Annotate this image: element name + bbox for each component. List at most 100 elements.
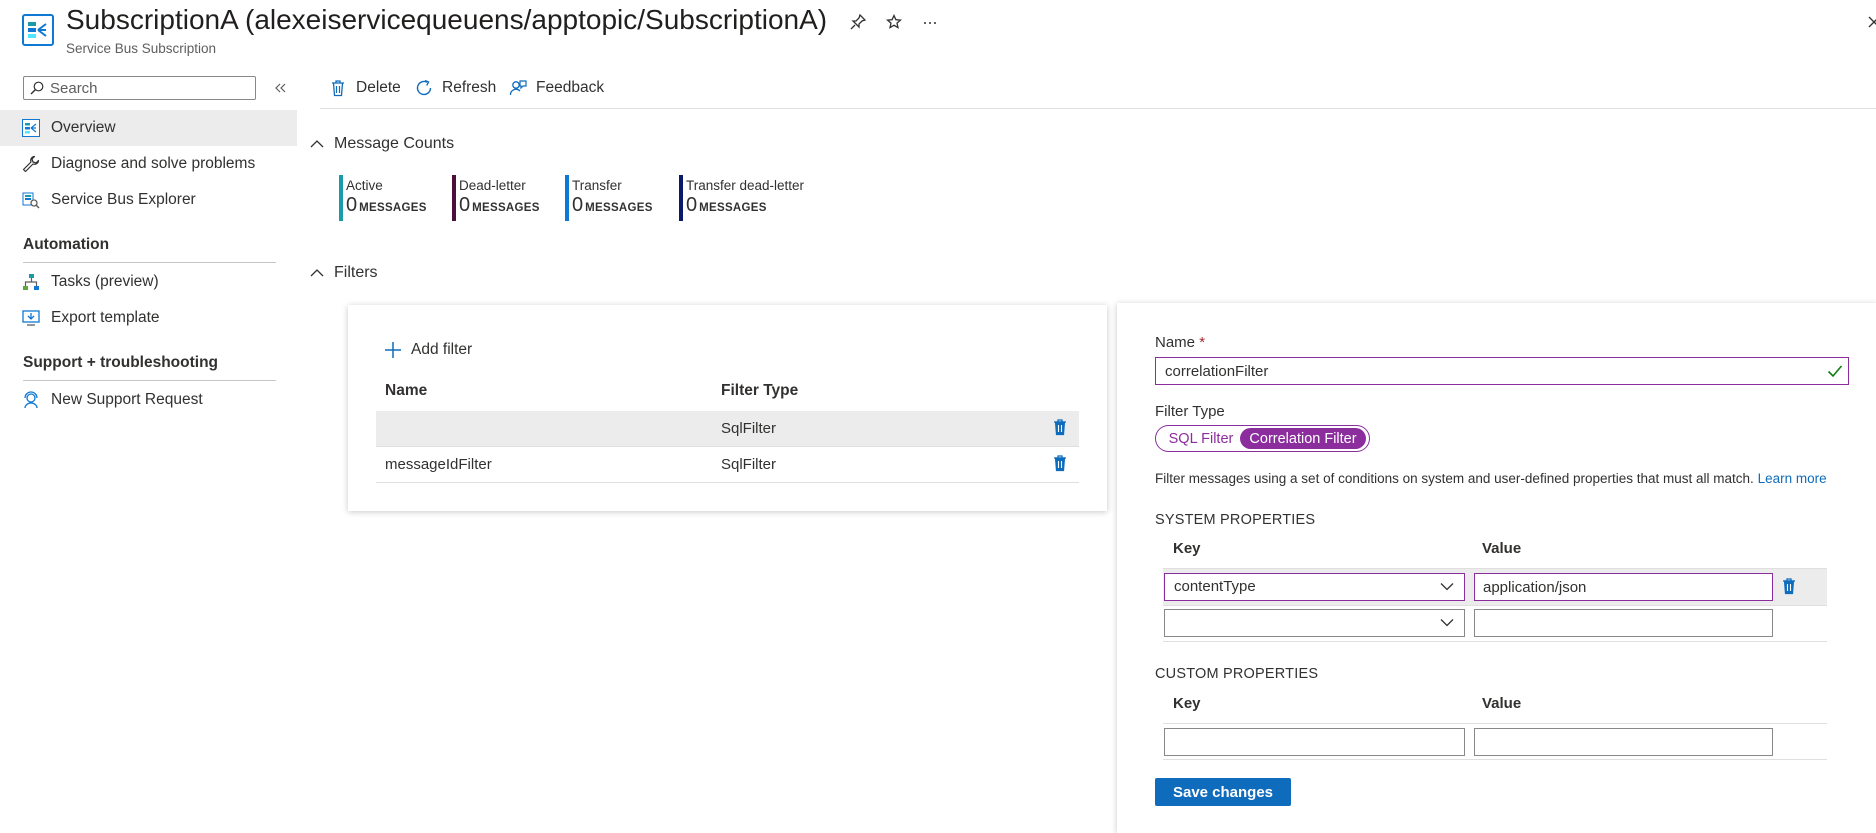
- resource-icon: [22, 14, 54, 46]
- learn-more-link[interactable]: Learn more: [1758, 471, 1827, 486]
- table-row[interactable]: SqlFilter: [376, 411, 1079, 447]
- refresh-button[interactable]: Refresh: [414, 76, 496, 100]
- system-key-dropdown[interactable]: contentType: [1164, 573, 1465, 601]
- metric-label: Transfer: [572, 178, 622, 193]
- pin-icon[interactable]: [844, 8, 872, 36]
- metric-color-bar: [452, 175, 456, 221]
- name-input[interactable]: [1165, 361, 1805, 381]
- refresh-icon: [414, 78, 434, 98]
- feedback-button[interactable]: Feedback: [508, 76, 604, 100]
- sidebar-item-label: Overview: [51, 119, 116, 136]
- section-divider: [23, 262, 276, 263]
- message-counts-toggle[interactable]: Message Counts: [310, 135, 454, 153]
- row-divider: [1163, 605, 1827, 606]
- page-subtitle: Service Bus Subscription: [66, 41, 217, 56]
- sidebar-item-tasks[interactable]: Tasks (preview): [0, 264, 297, 300]
- metric-unit: MESSAGES: [585, 202, 653, 214]
- ellipsis-icon[interactable]: [916, 8, 944, 36]
- chevron-up-icon: [310, 139, 324, 149]
- name-label: Name *: [1155, 334, 1205, 351]
- search-icon: [30, 81, 44, 95]
- add-filter-label: Add filter: [411, 341, 473, 358]
- custom-key-input[interactable]: [1173, 732, 1443, 752]
- checkmark-icon: [1827, 364, 1843, 378]
- add-filter-button[interactable]: Add filter: [384, 341, 472, 359]
- chevron-down-icon: [1440, 618, 1454, 627]
- custom-key-field[interactable]: [1164, 728, 1465, 756]
- service-bus-icon: [21, 118, 41, 138]
- feedback-label: Feedback: [536, 79, 605, 96]
- system-value-input[interactable]: [1483, 577, 1753, 597]
- sidebar-item-support-request[interactable]: New Support Request: [0, 382, 297, 418]
- plus-icon: [384, 341, 402, 359]
- metric-value: 0: [346, 194, 358, 216]
- metric-unit: MESSAGES: [359, 202, 427, 214]
- sidebar-search[interactable]: [23, 76, 256, 100]
- sidebar-section-support: Support + troubleshooting: [23, 354, 219, 371]
- delete-label: Delete: [356, 79, 401, 96]
- metric-color-bar: [565, 175, 569, 221]
- system-value-input[interactable]: [1483, 613, 1753, 633]
- row-divider: [1163, 759, 1827, 760]
- export-icon: [21, 308, 41, 328]
- sql-filter-option[interactable]: SQL Filter: [1159, 428, 1243, 449]
- delete-button[interactable]: Delete: [328, 76, 401, 100]
- sidebar-item-overview[interactable]: Overview: [0, 110, 297, 146]
- star-icon[interactable]: [880, 8, 908, 36]
- page-title: SubscriptionA (alexeiservicequeuens/appt…: [66, 4, 828, 35]
- custom-value-field[interactable]: [1474, 728, 1773, 756]
- header-divider: [1163, 723, 1827, 724]
- toolbar-divider: [320, 108, 1876, 109]
- name-field[interactable]: [1155, 357, 1849, 385]
- metric-transfer-dead-letter: Transfer dead-letter 0 MESSAGES: [679, 175, 804, 221]
- row-divider: [1163, 641, 1827, 642]
- required-marker: *: [1199, 334, 1206, 351]
- sidebar-item-label: New Support Request: [51, 391, 203, 408]
- sidebar-item-diagnose[interactable]: Diagnose and solve problems: [0, 146, 297, 182]
- filter-type-label: Filter Type: [1155, 403, 1225, 420]
- refresh-label: Refresh: [442, 79, 497, 96]
- double-chevron-left-icon[interactable]: [266, 74, 294, 102]
- message-counts-title: Message Counts: [334, 135, 455, 152]
- filters-title: Filters: [334, 264, 378, 281]
- section-divider: [23, 380, 276, 381]
- metric-label: Active: [346, 178, 383, 193]
- filter-description: Filter messages using a set of condition…: [1155, 471, 1827, 486]
- metric-transfer: Transfer 0 MESSAGES: [565, 175, 653, 221]
- column-header-name: Name: [385, 382, 428, 399]
- value-column-header: Value: [1482, 695, 1522, 712]
- value-column-header: Value: [1482, 540, 1522, 557]
- explorer-icon: [21, 190, 41, 210]
- delete-icon[interactable]: [1781, 577, 1797, 595]
- filter-name-cell: messageIdFilter: [385, 456, 492, 473]
- sidebar-item-explorer[interactable]: Service Bus Explorer: [0, 182, 297, 218]
- system-value-field[interactable]: [1474, 573, 1773, 601]
- metric-unit: MESSAGES: [699, 202, 767, 214]
- tasks-icon: [21, 272, 41, 292]
- metric-label: Transfer dead-letter: [686, 178, 805, 193]
- filter-type-cell: SqlFilter: [721, 456, 777, 473]
- chevron-down-icon: [1440, 582, 1454, 591]
- save-changes-button[interactable]: Save changes: [1155, 778, 1291, 806]
- metric-color-bar: [339, 175, 343, 221]
- close-icon[interactable]: [1860, 8, 1876, 36]
- sidebar-item-label: Tasks (preview): [51, 273, 159, 290]
- metric-value: 0: [572, 194, 584, 216]
- sidebar-section-automation: Automation: [23, 236, 110, 253]
- search-input[interactable]: [50, 77, 250, 99]
- filters-toggle[interactable]: Filters: [310, 264, 378, 282]
- delete-icon[interactable]: [1052, 418, 1068, 436]
- system-key-dropdown[interactable]: [1164, 609, 1465, 637]
- sidebar-item-export[interactable]: Export template: [0, 300, 297, 336]
- delete-icon[interactable]: [1052, 454, 1068, 472]
- trash-icon: [328, 78, 348, 98]
- metric-unit: MESSAGES: [472, 202, 540, 214]
- system-value-field[interactable]: [1474, 609, 1773, 637]
- table-row[interactable]: messageIdFilter SqlFilter: [376, 447, 1079, 483]
- support-icon: [21, 390, 41, 410]
- sidebar-item-label: Service Bus Explorer: [51, 191, 196, 208]
- custom-value-input[interactable]: [1483, 732, 1753, 752]
- wrench-icon: [21, 154, 41, 174]
- key-column-header: Key: [1173, 695, 1201, 712]
- correlation-filter-option[interactable]: Correlation Filter: [1240, 428, 1366, 449]
